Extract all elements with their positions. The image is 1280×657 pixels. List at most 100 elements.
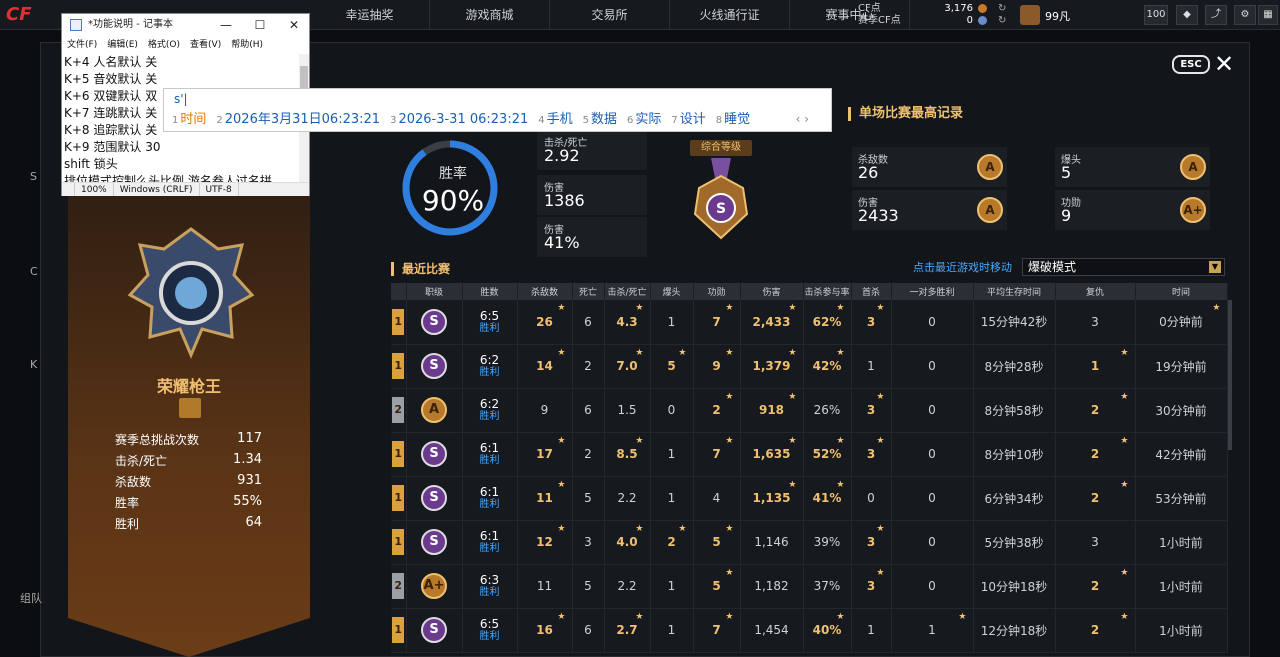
header-cell: 复仇: [1055, 283, 1136, 300]
stat-value: 1小时前: [1159, 535, 1203, 550]
grade-cell: A+: [406, 564, 463, 609]
table-row[interactable]: 1 S 6:1 胜利 12 ★ 3 4.0 ★ 2 ★ 5 ★ 1,146 39% 3 ★ 0 5分钟38秒 3 1小时…: [391, 520, 1228, 565]
refresh-season-icon[interactable]: ↻: [998, 15, 1006, 26]
grade-badge-icon: A+: [1180, 197, 1206, 223]
notepad-menu-item[interactable]: 查看(V): [190, 36, 221, 54]
damage-box: 伤害 1386: [537, 175, 647, 215]
star-icon: ★: [876, 523, 885, 534]
ime-candidate[interactable]: 4 手机: [538, 111, 572, 130]
refresh-icon[interactable]: ↻: [998, 3, 1006, 14]
close-window-icon[interactable]: ✕: [277, 14, 311, 36]
table-body: 1 S 6:5 胜利 26 ★ 6 4.3 ★ 1 7 ★ 2,433 ★ 62% ★ 3 ★ 0 15分钟42秒 3 0…: [391, 300, 1228, 653]
notepad-menubar: 文件(F) 编辑(E) 格式(O) 查看(V) 帮助(H): [62, 36, 309, 54]
nav-item[interactable]: 火线通行证: [670, 0, 790, 30]
table-row[interactable]: 1 S 6:5 胜利 26 ★ 6 4.3 ★ 1 7 ★ 2,433 ★ 62% ★ 3 ★ 0 15分钟42秒 3 0…: [391, 300, 1228, 345]
maximize-icon[interactable]: ☐: [243, 14, 277, 36]
header-cell: 伤害: [740, 283, 804, 300]
stat-cell-deaths: 3: [572, 520, 605, 565]
stat-cell-first: 3 ★: [851, 432, 892, 477]
notepad-titlebar[interactable]: *功能说明 - 记事本 — ☐ ✕: [62, 14, 309, 36]
esc-button[interactable]: ESC: [1172, 55, 1210, 74]
close-icon[interactable]: ✕: [1214, 50, 1234, 78]
chevron-down-icon[interactable]: ▼: [1209, 261, 1221, 273]
ime-candidate-text: 手机: [546, 112, 573, 127]
stat-cell-first: 1: [851, 608, 892, 653]
table-row[interactable]: 1 S 6:2 胜利 14 ★ 2 7.0 ★ 5 ★ 9 ★ 1,379 ★ 42% ★ 1 0 8分钟28秒 1 ★ 1…: [391, 344, 1228, 389]
header-cell: 平均生存时间: [973, 283, 1056, 300]
nav-item[interactable]: 游戏商城: [430, 0, 550, 30]
notepad-menu-item[interactable]: 帮助(H): [231, 36, 263, 54]
match-score: 6:5: [479, 617, 500, 631]
match-score: 6:2: [479, 353, 500, 367]
stat-value: 2: [1090, 403, 1100, 417]
table-row[interactable]: 1 S 6:5 胜利 16 ★ 6 2.7 ★ 1 7 ★ 1,454 40% ★ 1 1 ★ 12分钟18秒 2 ★ 1…: [391, 608, 1228, 653]
ime-candidate[interactable]: 7 设计: [671, 111, 705, 130]
match-result: 胜利: [479, 499, 500, 510]
stat-cell-deaths: 5: [572, 564, 605, 609]
stat-value: 1: [667, 447, 676, 461]
best-record-value: 2433: [858, 206, 899, 225]
stat-value: 1: [867, 359, 875, 373]
more-icon[interactable]: ▦: [1258, 5, 1278, 25]
result-cell: 6:1 胜利: [462, 476, 518, 521]
stat-cell-clutch: 0: [891, 344, 974, 389]
ime-candidate[interactable]: 8 睡觉: [716, 111, 750, 130]
ime-candidate[interactable]: 1 时间: [172, 111, 206, 130]
level-badge[interactable]: 100: [1144, 5, 1168, 25]
season-stat-row: 胜率 55%: [115, 494, 262, 511]
star-icon: ★: [788, 347, 797, 358]
game-logo[interactable]: CF: [0, 0, 60, 30]
nav-item[interactable]: 幸运抽奖: [310, 0, 430, 30]
table-row[interactable]: 1 S 6:1 胜利 17 ★ 2 8.5 ★ 1 7 ★ 1,635 ★ 52% ★ 3 ★ 0 8分钟10秒 2 ★ 4…: [391, 432, 1228, 477]
stat-cell-time: 1小时前: [1135, 564, 1228, 609]
stat-cell-hs: 1: [650, 564, 694, 609]
ime-candidate[interactable]: 6 实际: [627, 111, 661, 130]
notepad-menu-item[interactable]: 编辑(E): [107, 36, 138, 54]
ime-candidate[interactable]: 2 2026年3月31日06:23:21: [216, 111, 380, 130]
stat-cell-kd: 4.0 ★: [604, 520, 651, 565]
table-row[interactable]: 2 A+ 6:3 胜利 11 5 2.2 1 5 ★ 1,182 37% 3 ★ 0 10分钟18秒 2 ★ 1小时…: [391, 564, 1228, 609]
stat-value: 0: [928, 579, 936, 593]
table-row[interactable]: 2 A 6:2 胜利 9 6 1.5 0 2 ★ 918 ★ 26% 3 ★ 0 8分钟58秒 2 ★ 30分钟前: [391, 388, 1228, 433]
stat-value: 3: [866, 579, 876, 593]
stat-value: 8分钟28秒: [984, 359, 1044, 374]
stat-value: 8.5: [616, 447, 638, 461]
notepad-menu-item[interactable]: 文件(F): [67, 36, 97, 54]
stat-cell-kills: 14 ★: [517, 344, 573, 389]
table-scrollbar[interactable]: [1228, 300, 1232, 450]
grade-badge-icon: A: [977, 197, 1003, 223]
stat-cell-dmg: 1,146: [740, 520, 804, 565]
stat-cell-time: 0分钟前 ★: [1135, 300, 1228, 345]
star-icon: ★: [788, 435, 797, 446]
mode-select[interactable]: 爆破模式 ▼: [1022, 258, 1225, 276]
stat-cell-rev: 2 ★: [1055, 388, 1136, 433]
grade-badge-icon: S: [421, 353, 447, 379]
nav-item[interactable]: 交易所: [550, 0, 670, 30]
match-score: 6:1: [479, 485, 500, 499]
grade-cell: A: [406, 388, 463, 433]
notepad-status-item: UTF-8: [200, 183, 239, 196]
clan-icon[interactable]: ◆: [1176, 5, 1198, 25]
notepad-menu-item[interactable]: 格式(O): [148, 36, 180, 54]
minimize-icon[interactable]: —: [209, 14, 243, 36]
table-row[interactable]: 1 S 6:1 胜利 11 ★ 5 2.2 1 4 1,135 ★ 41% ★ 0 0 6分钟34秒 2 ★ 53分钟…: [391, 476, 1228, 521]
stat-cell-merit: 2 ★: [693, 388, 741, 433]
ime-candidate[interactable]: 3 2026-3-31 06:23:21: [390, 111, 528, 130]
match-result: 胜利: [479, 631, 500, 642]
stat-value: 12: [536, 535, 553, 549]
header-cell: 死亡: [572, 283, 605, 300]
stat-cell-clutch: 0: [891, 476, 974, 521]
exit-icon[interactable]: ⤴: [1205, 5, 1227, 25]
star-icon: ★: [836, 611, 845, 622]
recent-match-link[interactable]: 点击最近游戏时移动: [913, 259, 1012, 275]
kd-value: 2.92: [544, 146, 580, 165]
ime-page-nav[interactable]: ‹ ›: [796, 112, 809, 126]
ime-candidate[interactable]: 5 数据: [583, 111, 617, 130]
user-name[interactable]: 99凡: [1045, 8, 1070, 24]
stat-value: 1: [867, 623, 875, 637]
settings-icon[interactable]: ⚙: [1234, 5, 1256, 25]
stat-value: 6: [584, 403, 592, 417]
stat-cell-deaths: 5: [572, 476, 605, 521]
stat-value: 40%: [812, 623, 842, 637]
rank-chart-icon[interactable]: [179, 398, 201, 418]
